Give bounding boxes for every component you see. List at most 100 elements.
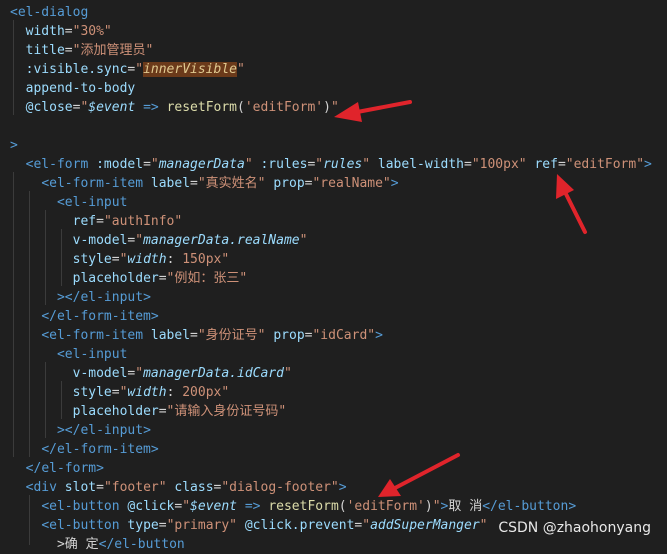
code-token: "真实姓名" <box>197 176 266 191</box>
code-token: "请输入身份证号码" <box>166 404 287 419</box>
code-token: < <box>10 5 18 20</box>
code-token: < <box>41 518 50 533</box>
code-line[interactable]: ></el-input> <box>10 288 151 307</box>
code-token: v-model <box>72 366 128 381</box>
code-token: < <box>56 347 65 362</box>
code-line[interactable]: v-model="managerData.realName" <box>10 231 308 250</box>
code-token: = <box>190 328 198 343</box>
code-token: resetForm <box>166 100 238 115</box>
code-line[interactable]: <el-form :model="managerData" :rules="ru… <box>10 155 652 174</box>
code-line[interactable]: placeholder="请输入身份证号码" <box>10 402 287 421</box>
code-line[interactable]: <el-button @click="$event => resetForm('… <box>10 497 576 516</box>
code-token: "authInfo" <box>103 214 183 229</box>
code-token: ) <box>424 499 433 514</box>
code-token: type <box>127 518 159 533</box>
code-token: slot <box>64 480 97 495</box>
code-token: 'editForm' <box>244 100 324 115</box>
code-token: ( <box>237 100 245 115</box>
code-token: "添加管理员" <box>72 43 154 58</box>
code-token: innerVisible <box>143 62 237 77</box>
code-token: "30%" <box>72 24 112 39</box>
code-line[interactable]: </el-form> <box>10 459 104 478</box>
code-token: ></ <box>56 290 81 305</box>
code-line[interactable]: <el-form-item label="真实姓名" prop="realNam… <box>10 174 398 193</box>
code-line[interactable]: ></el-input> <box>10 421 151 440</box>
code-token: @close <box>25 100 73 115</box>
code-line[interactable]: placeholder="例如：张三" <box>10 269 248 288</box>
code-line[interactable]: <el-button type="primary" @click.prevent… <box>10 516 487 535</box>
code-token: < <box>41 176 50 191</box>
code-line[interactable]: </el-form-item> <box>10 440 159 459</box>
code-token: = <box>64 43 73 58</box>
code-line[interactable]: <div slot="footer" class="dialog-footer"… <box>10 478 347 497</box>
code-line[interactable]: append-to-body <box>10 79 136 98</box>
code-token: el-input <box>64 347 128 362</box>
code-line[interactable]: style="width: 200px" <box>10 383 230 402</box>
code-token: $event <box>88 100 136 115</box>
code-line[interactable]: title="添加管理员" <box>10 41 154 60</box>
code-token: el-form-item <box>49 328 144 343</box>
code-token: v-model <box>72 233 128 248</box>
code-line[interactable]: width="30%" <box>10 22 112 41</box>
code-token: = <box>190 176 198 191</box>
code-token: " <box>362 157 371 172</box>
code-line[interactable]: <el-form-item label="身份证号" prop="idCard"… <box>10 326 383 345</box>
code-token: "realName" <box>312 176 391 191</box>
code-token: " <box>479 518 488 533</box>
code-token: 取 消 <box>448 499 483 514</box>
code-line[interactable]: v-model="managerData.idCard" <box>10 364 292 383</box>
code-token: > <box>10 138 18 153</box>
code-token: " <box>135 366 144 381</box>
code-line[interactable]: <el-dialog <box>10 3 88 22</box>
code-token: label <box>150 328 191 343</box>
code-token: > <box>150 442 159 457</box>
code-editor[interactable]: <el-dialog width="30%" title="添加管理员" :vi… <box>0 0 667 552</box>
code-token: = <box>557 157 566 172</box>
code-token: => <box>244 499 261 514</box>
code-line[interactable]: <el-input <box>10 193 127 212</box>
code-token: = <box>111 252 120 267</box>
code-line[interactable]: <el-input <box>10 345 127 364</box>
code-token: managerData.idCard <box>143 366 284 381</box>
code-token: = <box>158 271 167 286</box>
code-token: "身份证号" <box>197 328 266 343</box>
code-token: </ <box>25 461 42 476</box>
code-line[interactable]: ref="authInfo" <box>10 212 183 231</box>
code-token: :visible.sync <box>25 62 128 77</box>
code-token: " <box>236 62 245 77</box>
code-line[interactable]: style="width: 150px" <box>10 250 230 269</box>
code-token: style <box>72 252 112 267</box>
code-token: ref <box>72 214 97 229</box>
code-token: el-button <box>497 499 569 514</box>
code-token: prop <box>273 176 305 191</box>
code-token: " <box>221 385 230 400</box>
code-token: :model <box>96 157 144 172</box>
code-token: > <box>644 157 652 172</box>
code-line[interactable]: </el-form-item> <box>10 307 158 326</box>
code-line[interactable]: > <box>10 136 18 155</box>
code-line[interactable]: @close="$event => resetForm('editForm')" <box>10 98 339 117</box>
code-line[interactable]: :visible.sync="innerVisible" <box>10 60 245 79</box>
code-token: div <box>33 480 57 495</box>
code-token: </ <box>41 442 57 457</box>
code-token: ref <box>534 157 558 172</box>
code-token: ( <box>338 499 347 514</box>
